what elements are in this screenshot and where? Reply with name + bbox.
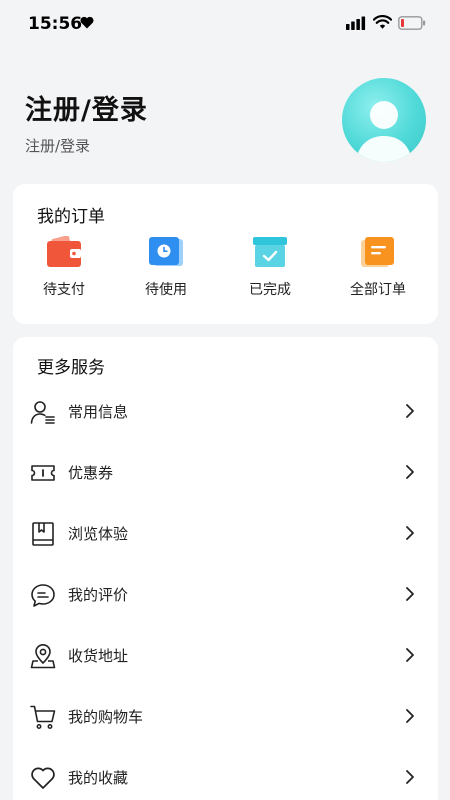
order-all[interactable]: 全部订单 [333, 236, 423, 299]
service-label: 收货地址 [68, 647, 129, 665]
service-label: 我的评价 [68, 586, 129, 604]
battery-icon [398, 16, 426, 30]
clock-card-icon [149, 237, 183, 266]
profile-title[interactable]: 注册/登录 [25, 88, 148, 127]
map-pin-icon [30, 644, 56, 669]
service-item-coupon[interactable]: 优惠券 [13, 443, 438, 503]
chevron-right-icon [406, 465, 414, 479]
services-title: 更多服务 [37, 358, 105, 378]
chevron-right-icon [406, 404, 414, 418]
book-icon [32, 522, 54, 546]
order-label: 待支付 [43, 282, 85, 298]
service-item-common-info[interactable]: 常用信息 [13, 382, 438, 442]
service-label: 我的收藏 [68, 769, 129, 787]
order-to-use[interactable]: 待使用 [121, 236, 211, 299]
order-completed[interactable]: 已完成 [225, 236, 315, 299]
service-label: 我的购物车 [68, 708, 144, 726]
chevron-right-icon [406, 770, 414, 784]
chevron-right-icon [406, 526, 414, 540]
service-item-browse-experience[interactable]: 浏览体验 [13, 504, 438, 564]
orders-title: 我的订单 [37, 207, 105, 227]
signal-icon [346, 16, 366, 30]
chat-icon [31, 584, 55, 607]
cart-icon [30, 705, 56, 729]
wallet-icon [47, 236, 81, 267]
service-item-shipping-address[interactable]: 收货地址 [13, 626, 438, 686]
chevron-right-icon [406, 709, 414, 723]
orders-card: 我的订单 待支付 待使用 已完成 全部订单 [13, 184, 438, 324]
wifi-icon [373, 15, 392, 29]
chevron-right-icon [406, 648, 414, 662]
service-label: 常用信息 [68, 403, 129, 421]
status-bar: 15:56 [0, 0, 450, 48]
avatar[interactable] [342, 78, 426, 162]
services-card: 更多服务 常用信息 优惠券 浏览体验 我的评价 收货地址 我的购物车 我的收藏 [13, 337, 438, 800]
check-box-icon [253, 237, 287, 267]
service-label: 优惠券 [68, 464, 114, 482]
order-label: 已完成 [249, 282, 291, 298]
order-label: 待使用 [145, 282, 187, 298]
service-item-my-reviews[interactable]: 我的评价 [13, 565, 438, 625]
order-label: 全部订单 [350, 282, 406, 298]
order-pending-payment[interactable]: 待支付 [19, 236, 109, 299]
user-info-icon [30, 401, 55, 424]
service-item-shopping-cart[interactable]: 我的购物车 [13, 687, 438, 747]
heart-icon [31, 767, 55, 789]
user-avatar-icon [356, 101, 412, 162]
document-icon [361, 237, 394, 267]
service-label: 浏览体验 [68, 525, 129, 543]
status-time: 15:56 [28, 14, 83, 34]
chevron-right-icon [406, 587, 414, 601]
profile-subtitle[interactable]: 注册/登录 [25, 135, 90, 156]
heart-icon [80, 16, 94, 29]
service-item-favorites[interactable]: 我的收藏 [13, 748, 438, 800]
ticket-icon [31, 465, 55, 481]
